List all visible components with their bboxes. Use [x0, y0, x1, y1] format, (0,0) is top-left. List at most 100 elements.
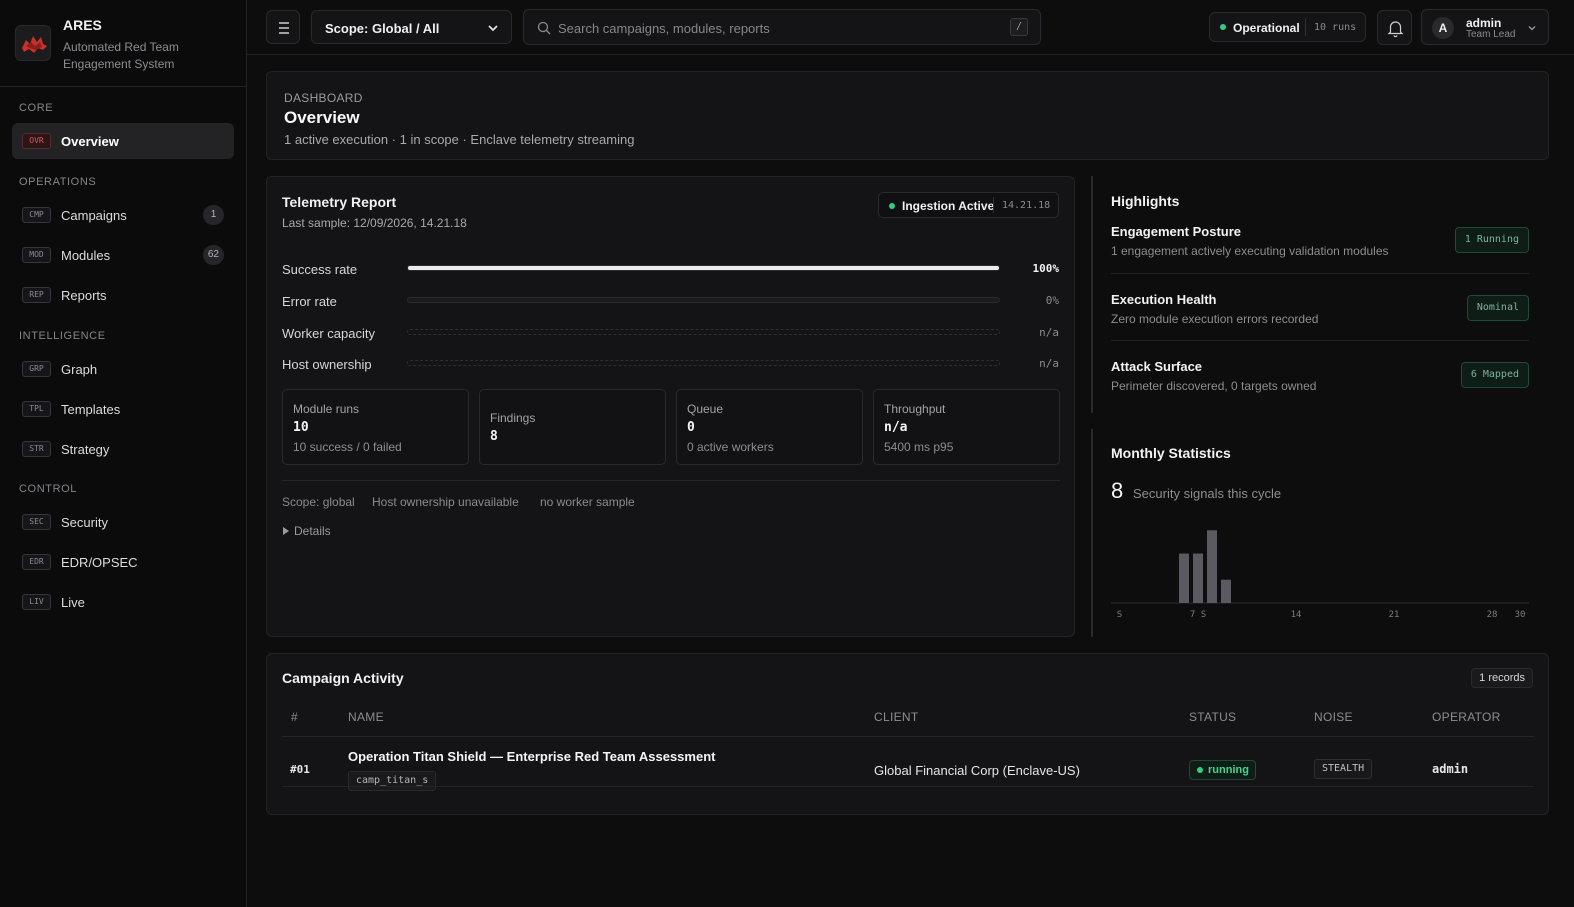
stat-throughput: Throughput n/a 5400 ms p95: [873, 389, 1060, 465]
chevron-down-icon: [1528, 26, 1536, 31]
highlight-tag: 6 Mapped: [1460, 362, 1529, 388]
avatar: A: [1432, 17, 1454, 39]
chart-tick-label: 7 S: [1190, 610, 1206, 620]
graph-code-icon: GRP: [22, 361, 51, 377]
sidebar-item-label: Overview: [61, 134, 119, 149]
details-toggle[interactable]: Details: [282, 524, 331, 538]
sidebar-item-graph[interactable]: GRP Graph: [12, 351, 234, 387]
monthly-bar-chart: 1 S 7 S 14 21 28 30: [1111, 530, 1529, 620]
stat-label: Module runs: [293, 402, 360, 416]
reports-code-icon: REP: [22, 287, 51, 303]
scope-select[interactable]: Scope: Global / All: [311, 10, 512, 44]
sidebar-item-edr-opsec[interactable]: EDR EDR/OPSEC: [12, 544, 234, 580]
highlight-subtitle: Zero module execution errors recorded: [1111, 312, 1319, 326]
ingestion-status[interactable]: Ingestion Active 14.21.18: [878, 192, 1059, 218]
highlight-title: Engagement Posture: [1111, 224, 1242, 239]
nav-group-core: CORE: [19, 102, 54, 114]
search-icon: [537, 21, 551, 35]
records-count: 1 records: [1471, 668, 1533, 688]
system-status[interactable]: Operational 10 runs: [1209, 12, 1366, 42]
notifications-button[interactable]: [1377, 10, 1412, 45]
column-header-index: #: [291, 710, 298, 724]
metric-label: Error rate: [282, 294, 337, 309]
page-title: Overview: [284, 108, 360, 127]
campaign-operator: admin: [1432, 762, 1469, 776]
column-header-noise[interactable]: NOISE: [1314, 710, 1353, 724]
column-header-name[interactable]: NAME: [348, 710, 384, 724]
sidebar-item-reports[interactable]: REP Reports: [12, 277, 234, 313]
user-menu[interactable]: A admin Team Lead: [1421, 9, 1549, 45]
sidebar-item-label: Security: [61, 515, 108, 530]
count-badge: 1: [203, 205, 224, 225]
user-name: admin: [1466, 16, 1502, 30]
highlight-title: Execution Health: [1111, 292, 1217, 307]
stat-queue: Queue 0 0 active workers: [676, 389, 863, 465]
highlights-title: Highlights: [1111, 193, 1180, 209]
highlight-tag: 1 Running: [1454, 227, 1529, 253]
host-ownership-tag: Host ownership unavailable: [372, 495, 519, 509]
edr-code-icon: EDR: [22, 554, 51, 570]
highlight-item: Execution Health Zero module execution e…: [1111, 292, 1529, 360]
panel-divider: [1091, 176, 1093, 413]
sidebar-item-campaigns[interactable]: CMP Campaigns 1: [12, 197, 234, 233]
sidebar-item-label: Reports: [61, 288, 107, 303]
telemetry-divider: [282, 480, 1060, 481]
running-dot-icon: [1197, 767, 1203, 773]
brand-name: ARES: [63, 17, 102, 33]
user-role: Team Lead: [1466, 29, 1516, 40]
highlight-divider: [1111, 340, 1529, 341]
menu-button[interactable]: [266, 10, 300, 44]
chart-bar: [1221, 579, 1231, 603]
telemetry-title: Telemetry Report: [282, 194, 397, 210]
sidebar-item-label: Campaigns: [61, 208, 127, 223]
highlight-divider: [1111, 273, 1529, 274]
chart-tick-label: 21: [1389, 610, 1400, 620]
strategy-code-icon: STR: [22, 441, 51, 457]
error-rate-bar: [407, 297, 1000, 303]
sidebar-item-strategy[interactable]: STR Strategy: [12, 431, 234, 467]
sidebar-item-security[interactable]: SEC Security: [12, 504, 234, 540]
signal-count-label: Security signals this cycle: [1133, 486, 1282, 501]
column-header-client[interactable]: CLIENT: [874, 710, 918, 724]
column-header-status[interactable]: STATUS: [1189, 710, 1236, 724]
details-label: Details: [294, 524, 331, 538]
sidebar-item-label: Strategy: [61, 442, 110, 457]
status-badge: running: [1189, 760, 1256, 780]
metric-value: n/a: [1039, 326, 1059, 339]
stat-value: n/a: [884, 420, 908, 435]
chart-tick-label: 14: [1291, 610, 1302, 620]
worker-sample-tag: no worker sample: [540, 495, 635, 509]
panel-divider: [1091, 429, 1093, 637]
campaign-name[interactable]: Operation Titan Shield — Enterprise Red …: [348, 749, 715, 764]
topbar: Scope: Global / All Search campaigns, mo…: [247, 0, 1574, 55]
chart-tick-label: 28: [1487, 610, 1498, 620]
chart-tick-label: 30: [1515, 610, 1526, 620]
stat-label: Throughput: [884, 402, 946, 416]
bell-icon: [1387, 21, 1404, 38]
status-label: Operational: [1233, 21, 1300, 35]
column-header-operator[interactable]: OPERATOR: [1432, 710, 1501, 724]
scope-tag: Scope: global: [282, 495, 355, 509]
ingestion-separator: [993, 197, 994, 213]
stat-findings: Findings 8: [479, 389, 666, 465]
scope-value: Scope: Global / All: [325, 21, 440, 36]
ingestion-dot-icon: [889, 203, 895, 209]
ingestion-time: 14.21.18: [1002, 200, 1051, 211]
sidebar-item-label: Live: [61, 595, 85, 610]
nav-group-intelligence: INTELLIGENCE: [19, 330, 106, 342]
sidebar-item-modules[interactable]: MOD Modules 62: [12, 237, 234, 273]
sidebar-item-live[interactable]: LIV Live: [12, 584, 234, 620]
highlight-subtitle: Perimeter discovered, 0 targets owned: [1111, 379, 1317, 393]
chart-bar: [1179, 553, 1189, 603]
sidebar-item-overview[interactable]: OVR Overview: [12, 123, 234, 159]
search-input[interactable]: Search campaigns, modules, reports /: [523, 9, 1041, 45]
ares-logo: [15, 25, 51, 61]
table-row[interactable]: #01 Operation Titan Shield — Enterprise …: [267, 737, 1550, 791]
modules-code-icon: MOD: [22, 247, 51, 263]
stat-value: 10: [293, 420, 309, 435]
sidebar-item-templates[interactable]: TPL Templates: [12, 391, 234, 427]
brand[interactable]: ARES Automated Red Team Engagement Syste…: [15, 15, 235, 75]
count-badge: 62: [202, 245, 224, 265]
last-sample: Last sample: 12/09/2026, 14.21.18: [282, 216, 467, 230]
search-shortcut-key: /: [1010, 18, 1028, 36]
